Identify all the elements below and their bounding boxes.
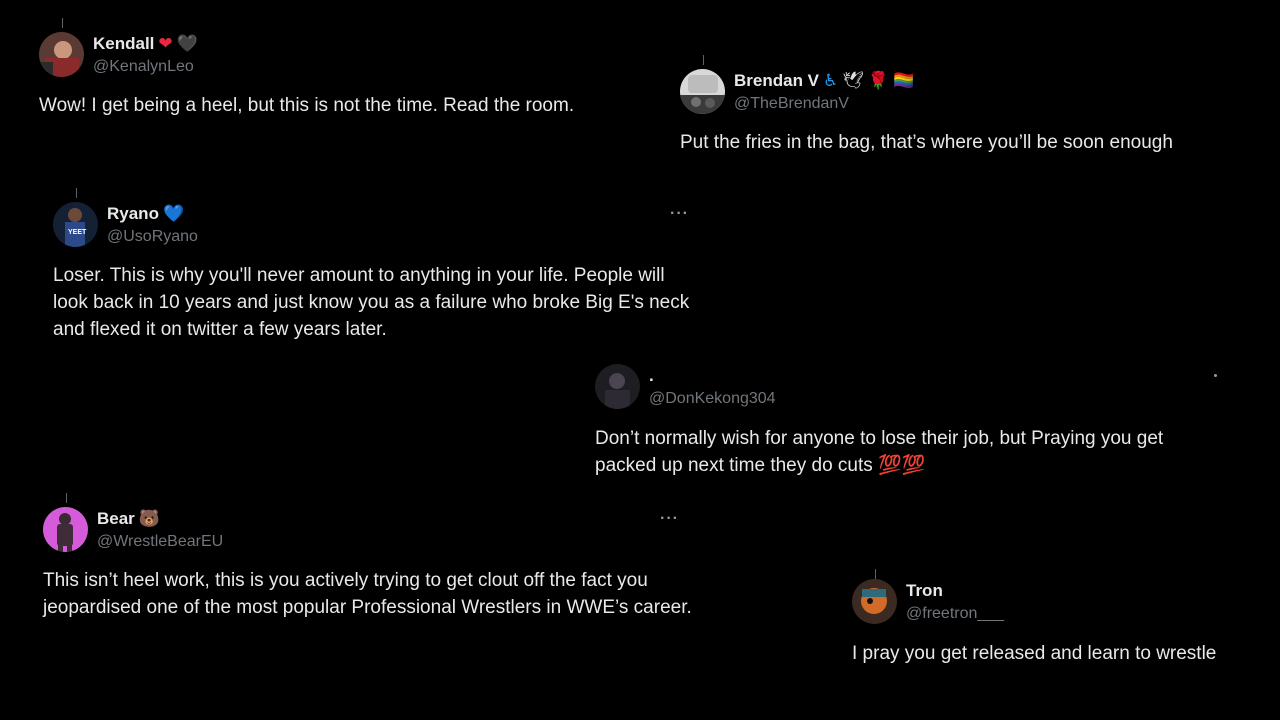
author-handle[interactable]: @WrestleBearEU	[97, 533, 223, 551]
tweet-card-kendall: Kendall ❤ 🖤 @KenalynLeo Wow! I get being…	[39, 18, 639, 132]
bear-face-icon: 🐻	[138, 508, 160, 529]
author-handle[interactable]: @KenalynLeo	[93, 58, 194, 76]
tweet-text: This isn’t heel work, this is you active…	[43, 570, 692, 618]
more-options-icon[interactable]	[1214, 374, 1217, 377]
author-name[interactable]: Brendan V	[734, 71, 819, 91]
tweet-card-brendan: Brendan V ♿ 🕊 🌹 🏳️‍🌈 @TheBrendanV Put th…	[680, 55, 1240, 169]
author-name[interactable]: Ryano	[107, 204, 159, 224]
avatar[interactable]	[852, 579, 897, 624]
thread-connector	[76, 188, 77, 198]
avatar[interactable]	[680, 69, 725, 114]
profile-photo-icon	[43, 507, 88, 552]
avatar[interactable]	[595, 364, 640, 409]
more-options-icon[interactable]: ···	[660, 511, 679, 527]
author-name[interactable]: Tron	[906, 581, 943, 601]
author-name[interactable]: .	[649, 366, 654, 386]
tweet-card-bear: Bear 🐻 @WrestleBearEU ··· This isn’t hee…	[43, 493, 693, 657]
black-heart-icon: 🖤	[176, 33, 198, 54]
author-handle[interactable]: @UsoRyano	[107, 228, 198, 246]
thread-connector	[875, 569, 876, 579]
wheelchair-icon: ♿	[823, 70, 839, 91]
profile-photo-icon	[680, 69, 725, 114]
profile-photo-icon: YEET	[53, 202, 98, 247]
tweet-text: Put the fries in the bag, that’s where y…	[680, 132, 1173, 153]
rainbow-flag-icon: 🏳️‍🌈	[893, 70, 915, 91]
avatar[interactable]: YEET	[53, 202, 98, 247]
dove-icon: 🕊	[842, 70, 864, 91]
author-name[interactable]: Kendall	[93, 34, 154, 54]
author-row: Kendall ❤ 🖤	[93, 34, 198, 54]
red-heart-icon: ❤	[158, 33, 173, 54]
avatar[interactable]	[43, 507, 88, 552]
author-handle[interactable]: @freetron___	[906, 605, 1004, 623]
more-options-icon[interactable]: ···	[670, 206, 689, 222]
blue-heart-icon: 💙	[162, 203, 185, 224]
tweet-text: Don’t normally wish for anyone to lose t…	[595, 428, 1164, 476]
author-row: Ryano 💙	[107, 204, 184, 224]
author-handle[interactable]: @TheBrendanV	[734, 95, 849, 113]
svg-text:YEET: YEET	[68, 229, 87, 236]
author-row: Bear 🐻	[97, 509, 160, 529]
tweet-card-tron: Tron @freetron___ I pray you get release…	[852, 569, 1252, 679]
author-row: .	[649, 366, 654, 386]
profile-photo-icon	[39, 32, 84, 77]
tweet-card-ryano: YEET Ryano 💙 @UsoRyano ··· Loser. This i…	[53, 188, 693, 352]
author-handle[interactable]: @DonKekong304	[649, 390, 776, 408]
thread-connector	[62, 18, 63, 28]
thread-connector	[66, 493, 67, 503]
author-name[interactable]: Bear	[97, 509, 135, 529]
author-row: Brendan V ♿ 🕊 🌹 🏳️‍🌈	[734, 71, 914, 91]
profile-photo-icon	[852, 579, 897, 624]
profile-photo-icon	[595, 364, 640, 409]
rose-icon: 🌹	[867, 70, 890, 91]
tweet-collage: Kendall ❤ 🖤 @KenalynLeo Wow! I get being…	[0, 0, 1280, 720]
tweet-text: Loser. This is why you'll never amount t…	[53, 265, 690, 340]
thread-connector	[703, 55, 704, 65]
author-row: Tron	[906, 581, 943, 601]
tweet-text: Wow! I get being a heel, but this is not…	[39, 95, 575, 116]
avatar[interactable]	[39, 32, 84, 77]
tweet-card-donkekong: . @DonKekong304 Don’t normally wish for …	[595, 364, 1225, 484]
tweet-text: I pray you get released and learn to wre…	[852, 643, 1217, 664]
